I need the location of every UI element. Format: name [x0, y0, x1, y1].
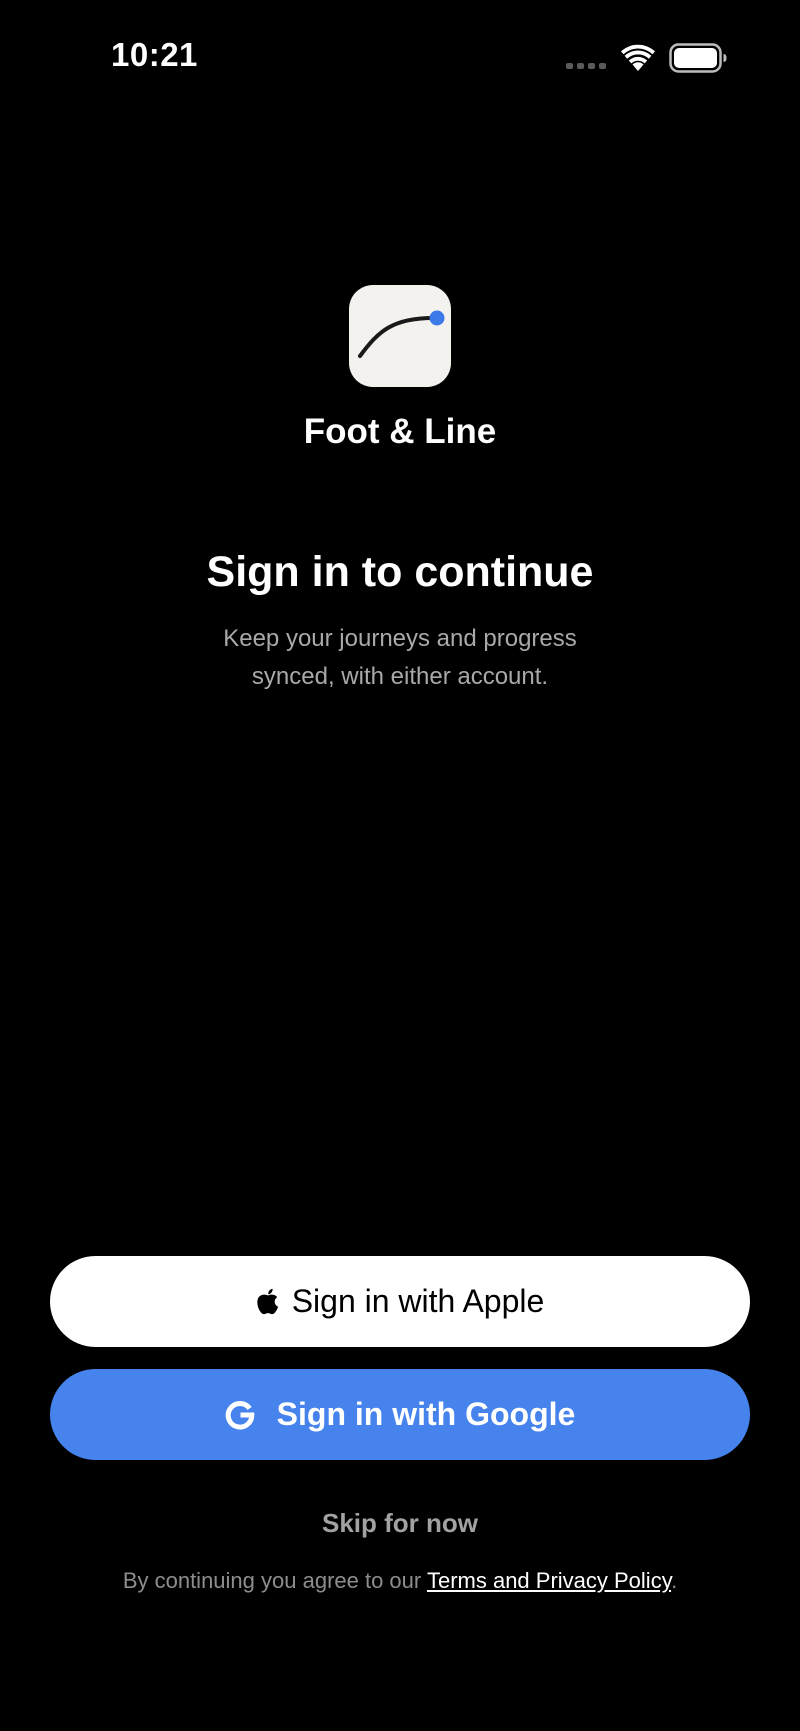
app-logo [349, 285, 451, 387]
apple-logo-icon [256, 1288, 280, 1316]
cellular-signal-icon [566, 63, 606, 69]
google-button-label: Sign in with Google [276, 1396, 576, 1432]
legal-suffix: . [671, 1568, 678, 1593]
page-title: Sign in to continue [206, 548, 594, 596]
status-time: 10:21 [111, 36, 198, 73]
status-bar: 10:21 [0, 0, 800, 110]
legal-notice: By continuing you agree to our Terms and… [0, 1568, 800, 1594]
sign-in-with-apple-button[interactable]: Sign in with Apple [50, 1256, 750, 1347]
page-subtitle: Keep your journeys and progress synced, … [223, 625, 577, 690]
wifi-icon [621, 44, 655, 71]
apple-button-label: Sign in with Apple [291, 1283, 545, 1319]
skip-for-now-link[interactable]: Skip for now [0, 1508, 800, 1539]
app-name: Foot & Line [303, 412, 497, 451]
curve-line-icon [358, 310, 445, 358]
terms-and-privacy-link[interactable]: Terms and Privacy Policy [427, 1568, 671, 1593]
google-g-icon [225, 1400, 255, 1430]
battery-icon [669, 43, 727, 73]
legal-prefix: By continuing you agree to our [122, 1568, 427, 1593]
sign-in-with-google-button[interactable]: Sign in with Google [50, 1369, 750, 1460]
